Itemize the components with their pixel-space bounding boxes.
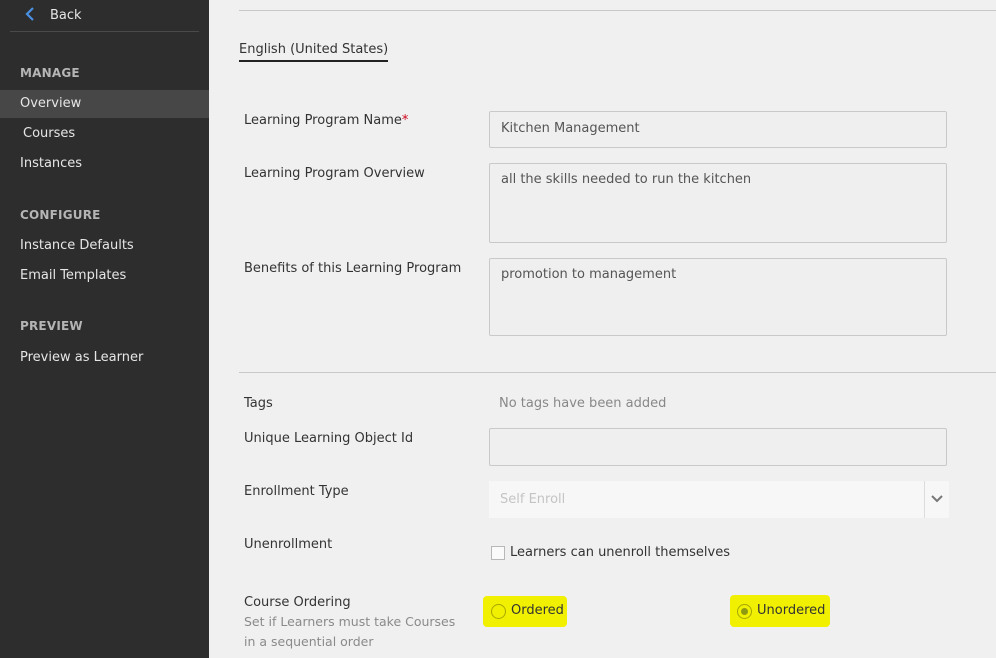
program-overview-value: all the skills needed to run the kitchen [501,172,752,187]
radio-selected-dot [741,608,748,615]
section-heading-configure: CONFIGURE [20,208,101,222]
unordered-label[interactable]: Unordered [757,603,825,618]
chevron-left-icon [25,7,34,21]
unique-id-label: Unique Learning Object Id [244,431,414,446]
program-overview-textarea[interactable]: all the skills needed to run the kitchen [489,163,947,243]
program-name-label: Learning Program Name* [244,113,409,128]
sidebar-item-overview[interactable]: Overview [0,90,209,118]
sidebar-item-instances[interactable]: Instances [0,150,209,178]
course-ordering-note: Set if Learners must take Courses in a s… [244,614,456,649]
unenrollment-label: Unenrollment [244,537,333,552]
benefits-textarea[interactable]: promotion to management [489,258,947,336]
sidebar-item-preview-as-learner[interactable]: Preview as Learner [0,344,209,372]
ordered-label[interactable]: Ordered [511,603,564,618]
sidebar-item-courses[interactable]: Courses [0,120,209,148]
benefits-label: Benefits of this Learning Program [244,261,462,276]
enrollment-type-select[interactable]: Self Enroll [489,481,949,518]
divider [239,372,996,373]
back-button[interactable]: Back [10,0,199,32]
unenroll-checkbox[interactable] [491,546,505,560]
enrollment-type-label: Enrollment Type [244,484,349,499]
ordered-radio[interactable] [491,604,506,619]
divider [239,10,996,11]
tab-english-united-states[interactable]: English (United States) [239,42,389,62]
sidebar: Back MANAGE Overview Courses Instances C… [0,0,209,658]
unenroll-checkbox-label[interactable]: Learners can unenroll themselves [510,545,730,560]
section-heading-manage: MANAGE [20,66,80,80]
chevron-down-icon [931,495,943,503]
program-overview-label: Learning Program Overview [244,166,425,181]
tags-label: Tags [244,396,273,411]
course-ordering-label: Course Ordering [244,595,351,610]
unordered-radio[interactable] [737,604,752,619]
required-mark: * [401,113,409,128]
enrollment-type-value: Self Enroll [500,492,566,507]
benefits-value: promotion to management [501,267,677,282]
program-name-input[interactable]: Kitchen Management [489,111,947,148]
back-label: Back [50,8,82,23]
section-heading-preview: PREVIEW [20,319,83,333]
main-content: English (United States) Learning Program… [209,0,996,658]
program-name-value: Kitchen Management [501,121,640,136]
unique-id-input[interactable] [489,428,947,466]
select-divider [924,481,925,518]
sidebar-item-email-templates[interactable]: Email Templates [0,262,209,290]
tags-empty-text: No tags have been added [499,396,667,411]
sidebar-item-instance-defaults[interactable]: Instance Defaults [0,232,209,260]
